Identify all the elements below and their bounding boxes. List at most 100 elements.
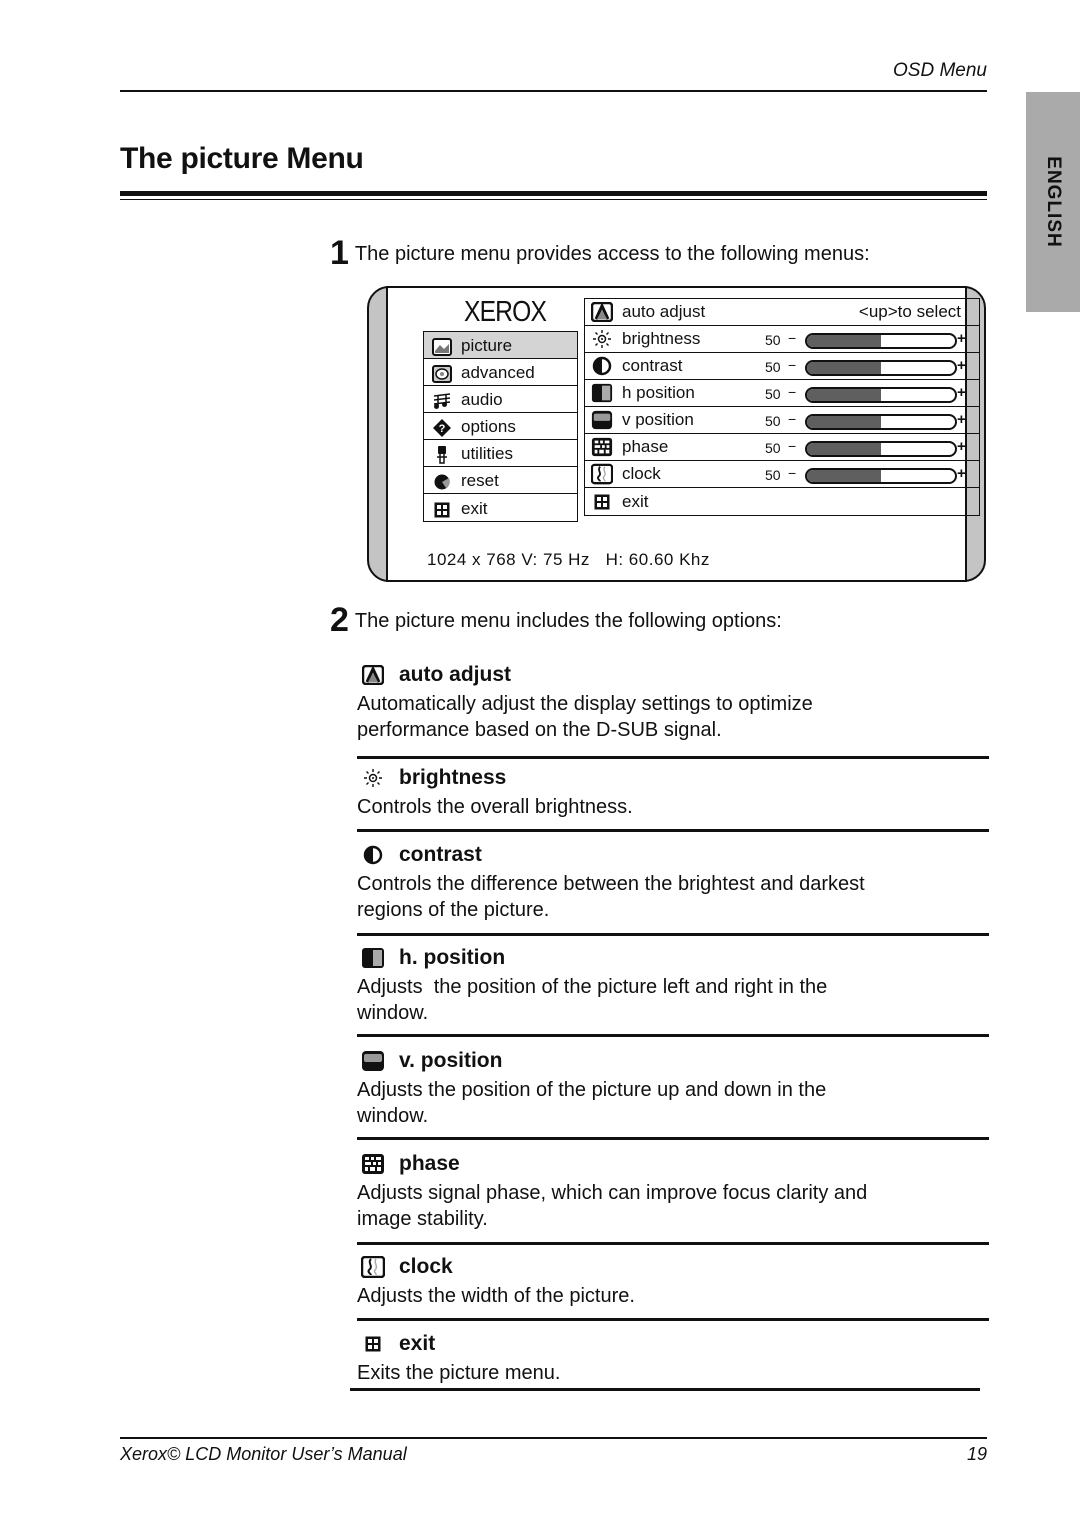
osd-slider-plus[interactable]: + xyxy=(957,330,966,347)
osd-sub-menu-label: v position xyxy=(622,410,694,429)
brightness-icon xyxy=(357,764,389,792)
osd-slider-track[interactable] xyxy=(805,441,957,457)
option-divider xyxy=(357,933,989,936)
option-description: Automatically adjust the display setting… xyxy=(357,691,989,743)
option-divider xyxy=(357,756,989,759)
osd-sub-menu-label: clock xyxy=(622,464,661,483)
option-heading: clock xyxy=(357,1253,989,1281)
page-title: The picture Menu xyxy=(120,142,364,175)
option-heading: contrast xyxy=(357,841,989,869)
osd-slider-minus[interactable]: − xyxy=(788,411,796,427)
option-heading: phase xyxy=(357,1150,989,1178)
osd-slider-track[interactable] xyxy=(805,360,957,376)
osd-slider-minus[interactable]: − xyxy=(788,465,796,481)
option-description-line: regions of the picture. xyxy=(357,899,550,921)
exit-icon xyxy=(432,501,452,519)
osd-slider-plus[interactable]: + xyxy=(957,465,966,482)
option-description-line: Adjusts the position of the picture up a… xyxy=(357,1079,827,1101)
option-title: clock xyxy=(399,1255,453,1278)
option-description-line: window. xyxy=(357,1105,429,1127)
osd-main-menu-item-picture[interactable]: picture xyxy=(424,332,577,359)
osd-slider-track[interactable] xyxy=(805,387,957,403)
osd-sub-menu-label: auto adjust xyxy=(622,302,706,321)
contrast-icon xyxy=(357,841,389,869)
option-title: auto adjust xyxy=(399,663,512,686)
osd-screen: XEROX picture advanced audio? options utilit… xyxy=(386,286,980,582)
osd-sub-menu-item-h-position[interactable]: h position 50− + xyxy=(585,380,979,407)
osd-sub-menu-item-clock[interactable]: clock 50− + xyxy=(585,461,979,488)
osd-slider-plus[interactable]: + xyxy=(957,411,966,428)
option-description: Exits the picture menu. xyxy=(357,1360,989,1386)
option-title: phase xyxy=(399,1152,460,1175)
title-rule-thin xyxy=(120,199,987,200)
phase-icon xyxy=(591,437,613,457)
option-title: contrast xyxy=(399,843,482,866)
option-divider xyxy=(357,1242,989,1245)
osd-slider-value: 50 xyxy=(765,467,781,483)
osd-sub-menu-item-auto-adjust[interactable]: auto adjust <up>to select xyxy=(585,299,979,326)
osd-slider-plus[interactable]: + xyxy=(957,384,966,401)
option-title: h. position xyxy=(399,946,506,969)
footer-manual-title: Xerox© LCD Monitor User’s Manual xyxy=(120,1444,407,1464)
exit-icon xyxy=(591,492,613,512)
osd-slider-track[interactable] xyxy=(805,333,957,349)
option-description: Controls the overall brightness. xyxy=(357,794,989,820)
option-title: exit xyxy=(399,1332,436,1355)
osd-slider-track[interactable] xyxy=(805,468,957,484)
osd-main-menu-item-reset[interactable]: reset xyxy=(424,467,577,494)
osd-sub-menu-item-exit[interactable]: exit xyxy=(585,488,979,515)
audio-icon xyxy=(432,392,452,410)
option-description-line: image stability. xyxy=(357,1208,488,1230)
osd-sub-menu-item-phase[interactable]: phase 50− + xyxy=(585,434,979,461)
footer-rule xyxy=(120,1437,987,1439)
language-tab: ENGLISH xyxy=(1026,92,1080,312)
option-exit: exit Exits the picture menu. xyxy=(357,1330,989,1386)
step-number: 2 xyxy=(330,601,349,639)
option-divider xyxy=(357,1034,989,1037)
osd-main-menu-label: advanced xyxy=(461,363,535,382)
option-description-line: Adjusts signal phase, which can improve … xyxy=(357,1182,868,1204)
option-description: Adjusts the width of the picture. xyxy=(357,1283,989,1309)
option-divider xyxy=(357,1318,989,1321)
option-description-line: Adjusts the position of the picture left… xyxy=(357,976,828,998)
option-auto-adjust: auto adjust Automatically adjust the disp… xyxy=(357,661,989,743)
language-tab-label: ENGLISH xyxy=(1043,156,1064,248)
osd-main-menu-item-utilities[interactable]: utilities xyxy=(424,440,577,467)
osd-slider-minus[interactable]: − xyxy=(788,384,796,400)
clock-icon xyxy=(357,1253,389,1281)
osd-sub-menu-label: brightness xyxy=(622,329,701,348)
option-v-position: v. position Adjusts the position of the p… xyxy=(357,1047,989,1129)
osd-status-readout: 1024 x 768 V: 75 Hz H: 60.60 Khz xyxy=(427,550,710,569)
option-description-line: Automatically adjust the display setting… xyxy=(357,693,813,715)
osd-main-menu-item-audio[interactable]: audio xyxy=(424,386,577,413)
osd-slider-fill xyxy=(807,470,881,482)
osd-slider-plus[interactable]: + xyxy=(957,438,966,455)
osd-sub-menu-item-contrast[interactable]: contrast 50− + xyxy=(585,353,979,380)
osd-sub-menu-label: exit xyxy=(622,491,649,511)
osd-main-menu-label: picture xyxy=(461,336,513,355)
option-description: Adjusts the position of the picture left… xyxy=(357,974,989,1026)
osd-sub-menu-item-brightness[interactable]: brightness 50− + xyxy=(585,326,979,353)
option-description-line: performance based on the D-SUB signal. xyxy=(357,719,722,741)
option-description: Adjusts the position of the picture up a… xyxy=(357,1077,989,1129)
option-contrast: contrast Controls the difference between … xyxy=(357,841,989,923)
brightness-icon xyxy=(591,329,613,349)
osd-slider-minus[interactable]: − xyxy=(788,330,796,346)
osd-main-menu-item-options[interactable]: ? options xyxy=(424,413,577,440)
osd-main-menu-item-exit[interactable]: exit xyxy=(424,494,577,521)
osd-slider-track[interactable] xyxy=(805,414,957,430)
osd-slider-minus[interactable]: − xyxy=(788,357,796,373)
osd-slider-value: 50 xyxy=(765,332,781,348)
osd-sub-menu-label: phase xyxy=(622,437,669,456)
osd-main-menu-item-advanced[interactable]: advanced xyxy=(424,359,577,386)
option-h-position: h. position Adjusts the position of the p… xyxy=(357,944,989,1026)
reset-icon xyxy=(432,473,452,491)
option-heading: v. position xyxy=(357,1047,989,1075)
osd-sub-menu-label: contrast xyxy=(622,356,683,375)
step-text: The picture menu provides access to the … xyxy=(354,243,870,265)
osd-slider-plus[interactable]: + xyxy=(957,357,966,374)
osd-sub-menu-item-v-position[interactable]: v position 50− + xyxy=(585,407,979,434)
osd-slider-minus[interactable]: − xyxy=(788,438,796,454)
option-description-line: Controls the difference between the brig… xyxy=(357,873,865,895)
option-title: v. position xyxy=(399,1049,503,1072)
